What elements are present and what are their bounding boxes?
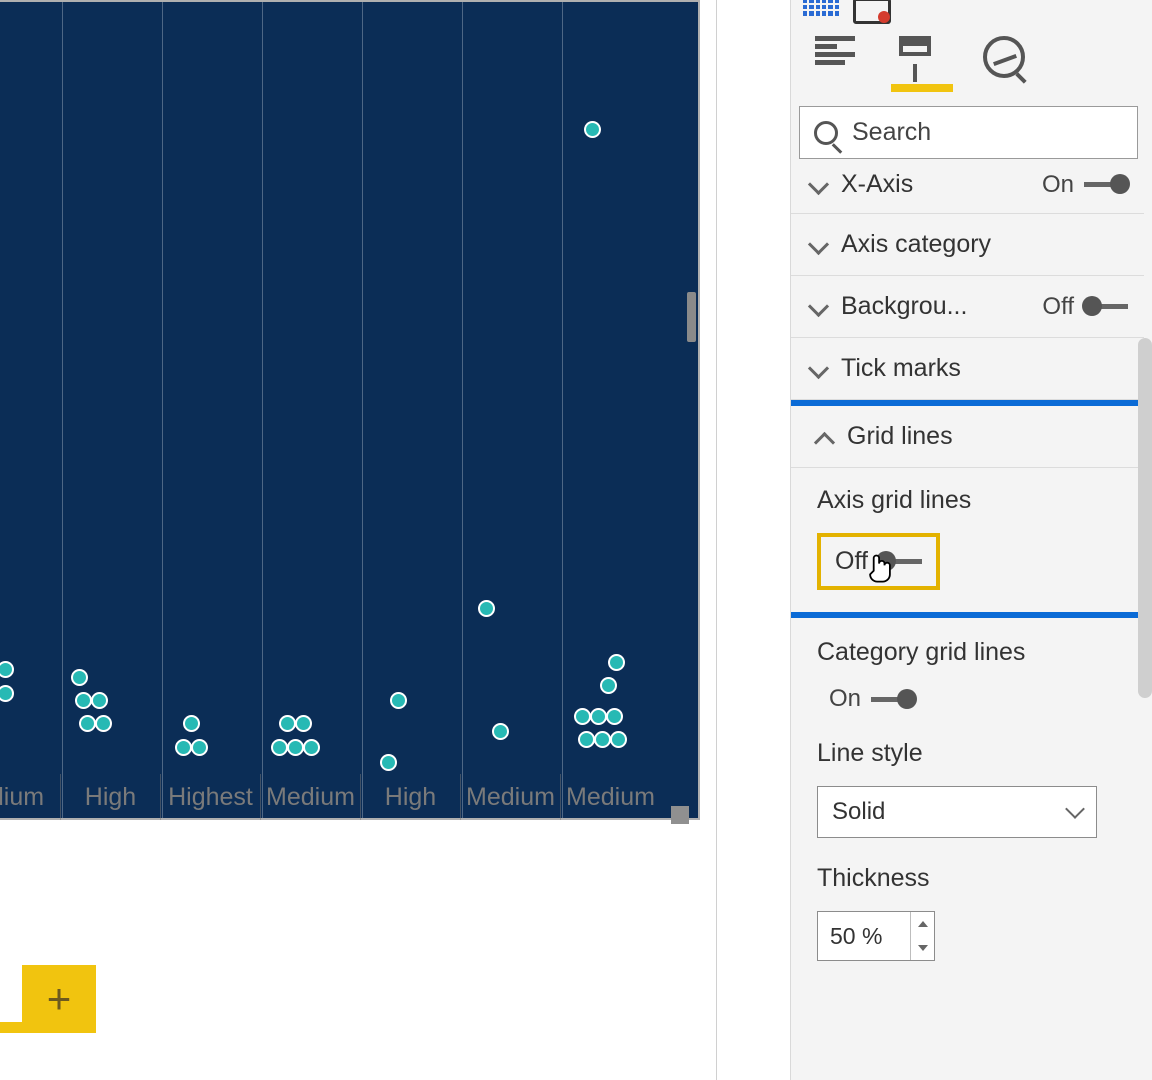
chevron-down-icon: [807, 359, 827, 379]
data-point: [287, 739, 304, 756]
tab-analytics[interactable]: [983, 36, 1029, 78]
format-tabs: [815, 36, 1029, 78]
panel-scrollbar[interactable]: [1138, 338, 1152, 698]
toggle-category-grid-lines[interactable]: On: [817, 685, 1118, 713]
line-style-label: Line style: [817, 739, 1118, 768]
add-page-button[interactable]: +: [22, 965, 96, 1033]
x-axis-label: Medium: [260, 774, 360, 820]
format-panel: Search X-Axis On Axis category Backgrou.…: [790, 0, 1152, 1080]
chevron-down-icon: [807, 175, 827, 195]
prop-axis-category[interactable]: Axis category: [791, 214, 1144, 276]
data-point: [478, 600, 495, 617]
chevron-down-icon: [807, 297, 827, 317]
category-grid-lines-label: Category grid lines: [817, 638, 1118, 667]
tab-fields[interactable]: [815, 36, 861, 78]
canvas-gutter: [716, 0, 732, 1080]
chevron-up-icon: [813, 427, 833, 447]
data-point: [91, 692, 108, 709]
prop-background[interactable]: Backgrou... Off: [791, 276, 1144, 338]
x-axis-label: High: [60, 774, 160, 820]
data-point: [71, 669, 88, 686]
data-point: [0, 661, 14, 678]
data-point: [390, 692, 407, 709]
data-point: [606, 708, 623, 725]
format-properties-list: X-Axis On Axis category Backgrou... Off: [791, 162, 1144, 1080]
search-icon: [814, 121, 838, 145]
thickness-spinner[interactable]: 50 %: [817, 911, 935, 961]
data-point: [380, 754, 397, 771]
data-point: [175, 739, 192, 756]
data-point: [271, 739, 288, 756]
prop-tick-marks[interactable]: Tick marks: [791, 338, 1144, 400]
data-point: [95, 715, 112, 732]
x-axis-label: Highest: [160, 774, 260, 820]
resize-handle-corner[interactable]: [671, 806, 689, 824]
data-point: [590, 708, 607, 725]
prop-x-axis[interactable]: X-Axis On: [791, 162, 1144, 214]
toggle-background[interactable]: Off: [1042, 293, 1128, 321]
report-canvas: ediumHighHighestMediumHighMediumMedium +: [0, 0, 790, 1080]
pane-switcher-top: [803, 0, 891, 24]
chevron-down-icon: [1065, 799, 1085, 819]
bookmark-camera-icon[interactable]: [853, 0, 891, 24]
toggle-x-axis[interactable]: On: [1042, 171, 1128, 199]
data-point: [492, 723, 509, 740]
data-point: [608, 654, 625, 671]
highlight-grid-lines-section: Grid lines Axis grid lines Off: [791, 400, 1144, 618]
line-style-dropdown[interactable]: Solid: [817, 786, 1097, 838]
data-point: [610, 731, 627, 748]
data-point: [0, 685, 14, 702]
data-point: [584, 121, 601, 138]
x-axis-category-labels: ediumHighHighestMediumHighMediumMedium: [0, 774, 700, 820]
spinner-buttons[interactable]: [910, 912, 934, 960]
data-point: [594, 731, 611, 748]
visualizations-grid-icon[interactable]: [803, 0, 839, 16]
data-point: [574, 708, 591, 725]
cursor-hand-icon: [865, 551, 895, 587]
tab-format[interactable]: [899, 36, 945, 78]
x-axis-label: Medium: [560, 774, 660, 820]
data-point: [295, 715, 312, 732]
data-point: [79, 715, 96, 732]
data-point: [600, 677, 617, 694]
x-axis-label: Medium: [460, 774, 560, 820]
data-point: [578, 731, 595, 748]
data-point: [279, 715, 296, 732]
search-input[interactable]: Search: [799, 106, 1138, 159]
resize-handle-right[interactable]: [687, 292, 696, 342]
x-axis-label: High: [360, 774, 460, 820]
prop-grid-lines[interactable]: Grid lines: [791, 406, 1138, 468]
x-axis-label: edium: [0, 774, 60, 820]
data-point: [191, 739, 208, 756]
data-point: [303, 739, 320, 756]
thickness-label: Thickness: [817, 864, 1118, 893]
toggle-axis-grid-lines[interactable]: Off: [817, 533, 940, 590]
chevron-down-icon: [807, 235, 827, 255]
data-point: [75, 692, 92, 709]
data-point: [183, 715, 200, 732]
page-tab-sliver: [0, 1022, 22, 1033]
search-placeholder: Search: [852, 118, 931, 147]
chart-plot-area[interactable]: [0, 0, 700, 820]
axis-grid-lines-label: Axis grid lines: [817, 486, 1112, 515]
